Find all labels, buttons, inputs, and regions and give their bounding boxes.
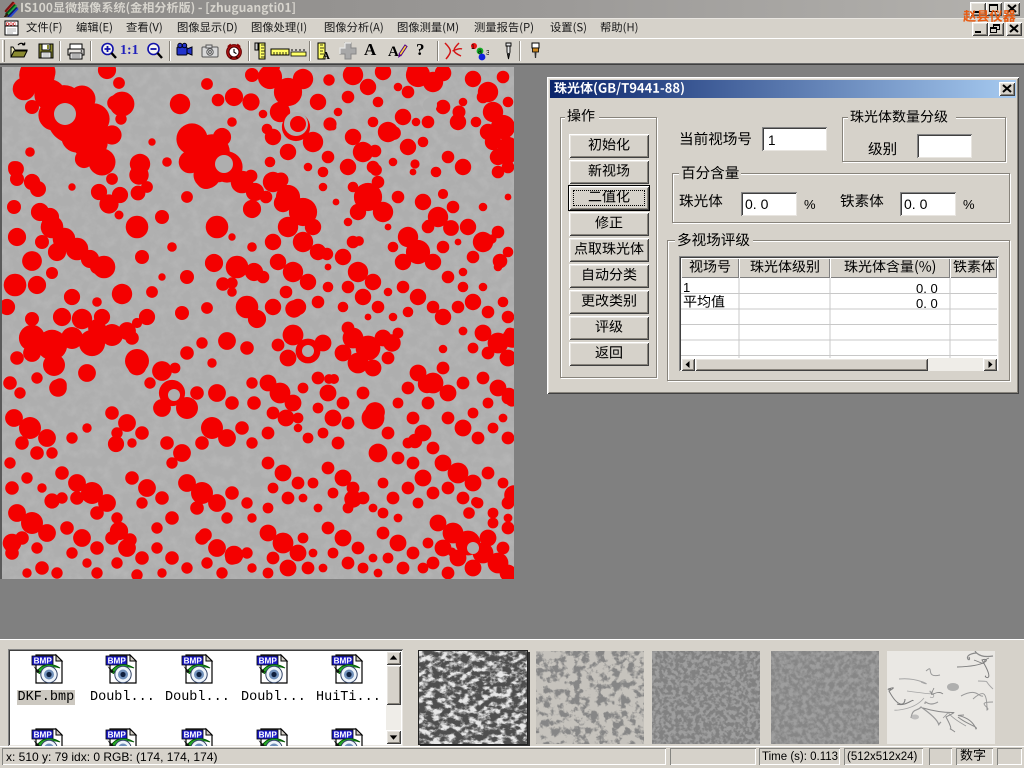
- svg-text:A: A: [388, 44, 399, 60]
- svg-text:DOC: DOC: [6, 22, 17, 27]
- svg-text:3: 3: [486, 50, 489, 57]
- svg-text:1: 1: [471, 44, 475, 51]
- svg-text:A: A: [322, 50, 330, 61]
